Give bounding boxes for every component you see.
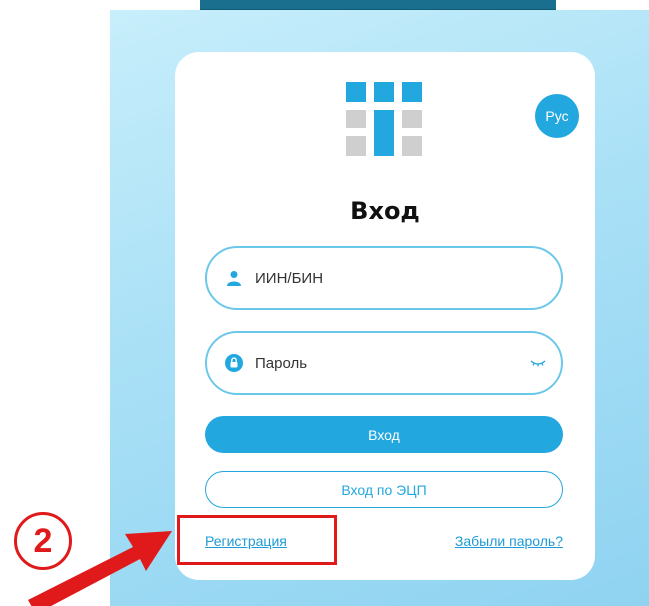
logo-square: [374, 82, 394, 102]
iin-bin-field[interactable]: [205, 246, 563, 310]
language-switch-button[interactable]: Рус: [535, 94, 579, 138]
annotation-highlight-box: [177, 515, 337, 565]
logo-square: [346, 82, 366, 102]
screen: Рус Вход ИИН/БИН Вход Вход по ЭЦП Регист…: [0, 0, 649, 606]
page-title: Вход: [350, 197, 420, 225]
annotation-step-badge: 2: [14, 512, 72, 570]
login-button[interactable]: Вход: [205, 416, 563, 453]
logo-bar: [374, 110, 394, 156]
login-card: Рус Вход ИИН/БИН Вход Вход по ЭЦП Регист…: [175, 52, 595, 580]
eye-closed-icon[interactable]: [529, 355, 547, 371]
eds-login-button[interactable]: Вход по ЭЦП: [205, 471, 563, 508]
password-field[interactable]: [205, 331, 563, 395]
logo-square: [402, 136, 422, 156]
logo-square: [402, 110, 422, 128]
logo-square: [346, 110, 366, 128]
user-icon: [225, 269, 243, 287]
forgot-password-link[interactable]: Забыли пароль?: [455, 533, 563, 549]
logo-square: [346, 136, 366, 156]
iin-bin-input[interactable]: [255, 269, 525, 287]
app-logo: [346, 82, 422, 156]
password-input[interactable]: [255, 354, 525, 372]
logo-square: [402, 82, 422, 102]
background-window-strip: [200, 0, 556, 10]
lock-icon: [225, 354, 243, 372]
